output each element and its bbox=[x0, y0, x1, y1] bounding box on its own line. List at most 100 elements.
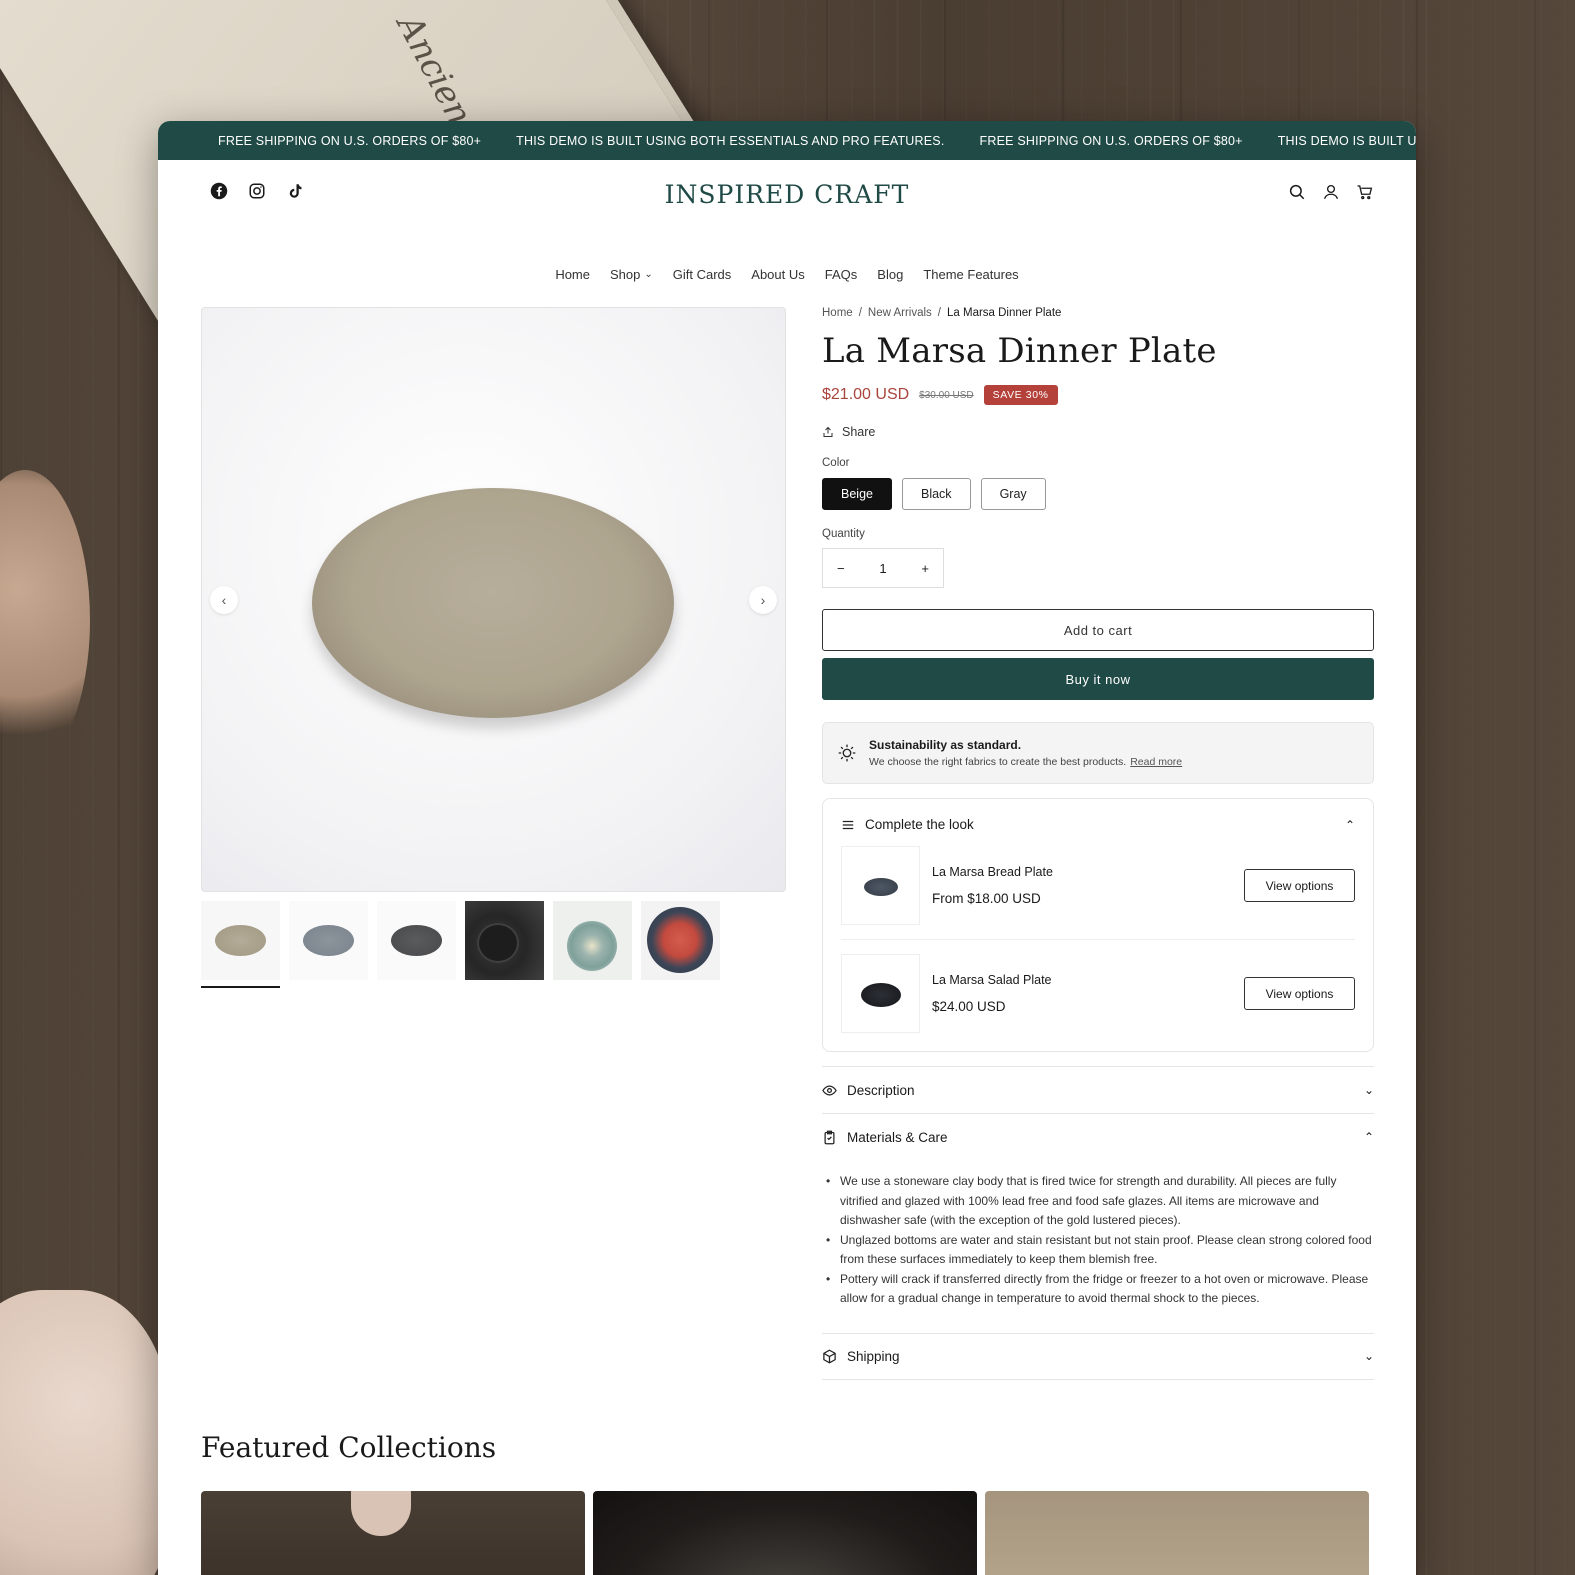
search-icon[interactable] bbox=[1288, 183, 1306, 201]
salad-plate-image[interactable] bbox=[841, 954, 920, 1033]
chevron-up-icon: ⌃ bbox=[1363, 1130, 1374, 1144]
thumb-plate bbox=[567, 921, 617, 971]
thumb-plate bbox=[477, 923, 519, 963]
add-to-cart-button[interactable]: Add to cart bbox=[822, 609, 1374, 651]
announcement-message: THIS DEMO IS BUILT USING BOTH ESSENTIALS… bbox=[1277, 133, 1416, 148]
price-row: $21.00 USD $30.00 USD SAVE 30% bbox=[822, 385, 1374, 405]
description-accordion[interactable]: Description ⌄ bbox=[822, 1066, 1374, 1113]
complete-the-look-title: Complete the look bbox=[865, 817, 974, 832]
complete-the-look-header[interactable]: Complete the look ⌃ bbox=[841, 817, 1355, 832]
nav-shop[interactable]: Shop ⌄ bbox=[610, 267, 653, 282]
quantity-increase-button[interactable]: + bbox=[921, 561, 929, 576]
color-option-beige[interactable]: Beige bbox=[822, 478, 892, 510]
thumbnail-black[interactable] bbox=[377, 901, 456, 980]
thumbnail-food[interactable] bbox=[641, 901, 720, 980]
quantity-label: Quantity bbox=[822, 528, 865, 540]
nav-faqs[interactable]: FAQs bbox=[825, 267, 858, 282]
materials-point: We use a stoneware clay body that is fir… bbox=[826, 1172, 1374, 1231]
announcement-bar: FREE SHIPPING ON U.S. ORDERS OF $80+ THI… bbox=[158, 121, 1416, 160]
thumb-plate bbox=[391, 925, 442, 956]
breadcrumb-home[interactable]: Home bbox=[822, 307, 853, 319]
announcement-message: FREE SHIPPING ON U.S. ORDERS OF $80+ bbox=[979, 133, 1243, 148]
view-options-button[interactable]: View options bbox=[1244, 977, 1355, 1010]
color-option-black[interactable]: Black bbox=[901, 478, 971, 510]
read-more-link[interactable]: Read more bbox=[1130, 756, 1182, 768]
thumbnail-gray[interactable] bbox=[289, 901, 368, 980]
quantity-decrease-button[interactable]: − bbox=[837, 561, 845, 576]
main-navigation: Home Shop ⌄ Gift Cards About Us FAQs Blog… bbox=[158, 267, 1416, 282]
nav-home[interactable]: Home bbox=[555, 267, 590, 282]
chevron-right-icon: › bbox=[760, 592, 766, 608]
collection-card[interactable] bbox=[985, 1491, 1369, 1575]
bread-plate-shape bbox=[864, 878, 898, 896]
collection-card[interactable] bbox=[593, 1491, 977, 1575]
account-icon[interactable] bbox=[1322, 183, 1340, 201]
color-option-gray[interactable]: Gray bbox=[980, 478, 1046, 510]
look-item-name[interactable]: La Marsa Bread Plate bbox=[932, 865, 1053, 879]
breadcrumb-category[interactable]: New Arrivals bbox=[868, 307, 932, 319]
sale-badge: SAVE 30% bbox=[983, 385, 1058, 405]
list-icon bbox=[841, 818, 855, 832]
announcement-message: FREE SHIPPING ON U.S. ORDERS OF $80+ bbox=[218, 133, 482, 148]
look-item: La Marsa Bread Plate From $18.00 USD Vie… bbox=[841, 846, 1355, 939]
buy-now-button[interactable]: Buy it now bbox=[822, 658, 1374, 700]
thumbnail-beige[interactable] bbox=[201, 901, 280, 980]
breadcrumb: Home / New Arrivals / La Marsa Dinner Pl… bbox=[822, 307, 1374, 319]
sale-price: $21.00 USD bbox=[822, 386, 910, 403]
product-main-image[interactable]: ‹ › bbox=[201, 307, 786, 892]
cart-icon[interactable] bbox=[1356, 183, 1374, 201]
chevron-left-icon: ‹ bbox=[221, 592, 227, 608]
thumb-plate bbox=[303, 925, 354, 956]
chevron-up-icon: ⌃ bbox=[1344, 817, 1355, 832]
gallery-prev-button[interactable]: ‹ bbox=[210, 586, 238, 614]
bread-plate-image[interactable] bbox=[841, 846, 920, 925]
thumb-plate bbox=[647, 907, 713, 973]
look-item-price: $24.00 USD bbox=[932, 999, 1006, 1014]
materials-title: Materials & Care bbox=[847, 1129, 948, 1145]
gallery-next-button[interactable]: › bbox=[749, 586, 777, 614]
eye-icon bbox=[822, 1083, 837, 1098]
thumbnail-lifestyle-dark[interactable] bbox=[465, 901, 544, 980]
store-logo[interactable]: INSPIRED CRAFT bbox=[158, 180, 1416, 209]
look-item: La Marsa Salad Plate $24.00 USD View opt… bbox=[841, 939, 1355, 1033]
quantity-stepper: − 1 + bbox=[822, 548, 944, 588]
share-button[interactable]: Share bbox=[822, 425, 1374, 439]
compare-price: $30.00 USD bbox=[919, 389, 974, 401]
chevron-down-icon: ⌄ bbox=[644, 269, 653, 280]
breadcrumb-separator: / bbox=[858, 307, 862, 319]
shipping-title: Shipping bbox=[847, 1348, 900, 1364]
collection-card[interactable] bbox=[201, 1491, 585, 1575]
beige-plate-image bbox=[312, 488, 674, 718]
thumbnail-stack[interactable] bbox=[553, 901, 632, 980]
shipping-accordion[interactable]: Shipping ⌄ bbox=[822, 1332, 1374, 1380]
active-thumbnail-indicator bbox=[201, 986, 280, 988]
complete-the-look: Complete the look ⌃ La Marsa Bread Plate… bbox=[822, 798, 1374, 1052]
quantity-input[interactable]: 1 bbox=[879, 561, 886, 576]
look-item-name[interactable]: La Marsa Salad Plate bbox=[932, 973, 1052, 987]
chevron-down-icon: ⌄ bbox=[1363, 1083, 1374, 1097]
description-title: Description bbox=[847, 1082, 915, 1098]
nav-shop-label: Shop bbox=[610, 267, 641, 282]
look-item-price: From $18.00 USD bbox=[932, 891, 1041, 906]
view-options-button[interactable]: View options bbox=[1244, 869, 1355, 902]
color-options: Beige Black Gray bbox=[822, 478, 1374, 510]
color-label: Color bbox=[822, 457, 850, 469]
background-tassel bbox=[0, 470, 90, 770]
header-actions bbox=[1288, 183, 1374, 201]
materials-accordion[interactable]: Materials & Care ⌃ bbox=[822, 1113, 1374, 1160]
nav-gift-cards[interactable]: Gift Cards bbox=[673, 267, 732, 282]
collection-hand-image bbox=[351, 1491, 411, 1536]
nav-about-us[interactable]: About Us bbox=[751, 267, 804, 282]
materials-point: Unglazed bottoms are water and stain res… bbox=[826, 1231, 1374, 1270]
product-title: La Marsa Dinner Plate bbox=[822, 331, 1217, 371]
thumb-plate bbox=[215, 925, 266, 956]
share-icon bbox=[822, 426, 834, 438]
storefront-window: FREE SHIPPING ON U.S. ORDERS OF $80+ THI… bbox=[158, 121, 1416, 1575]
materials-content: We use a stoneware clay body that is fir… bbox=[822, 1160, 1374, 1333]
sustainability-title: Sustainability as standard. bbox=[869, 738, 1022, 752]
nav-blog[interactable]: Blog bbox=[877, 267, 903, 282]
clipboard-icon bbox=[822, 1130, 837, 1145]
nav-theme-features[interactable]: Theme Features bbox=[923, 267, 1018, 282]
background-hand bbox=[0, 1290, 170, 1575]
materials-point: Pottery will crack if transferred direct… bbox=[826, 1270, 1374, 1309]
